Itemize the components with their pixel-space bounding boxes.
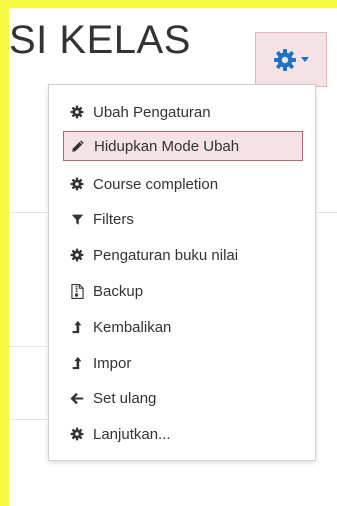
menu-item-label: Kembalikan: [93, 318, 172, 336]
divider: [9, 212, 49, 213]
menu-item-label: Ubah Pengaturan: [93, 103, 211, 121]
menu-item-backup[interactable]: Backup: [63, 276, 303, 306]
menu-item-pengaturan-buku-nilai[interactable]: Pengaturan buku nilai: [63, 240, 303, 270]
gear-icon: [69, 426, 85, 442]
gear-icon: [69, 104, 85, 120]
menu-item-label: Set ulang: [93, 389, 157, 407]
settings-dropdown-menu: Ubah Pengaturan Hidupkan Mode Ubah Cours…: [48, 84, 316, 461]
caret-down-icon: [301, 56, 309, 63]
arrow-left-icon: [69, 390, 85, 406]
menu-item-label: Course completion: [93, 175, 219, 193]
menu-item-course-completion[interactable]: Course completion: [63, 169, 303, 199]
menu-item-lanjutkan[interactable]: Lanjutkan...: [63, 419, 303, 449]
menu-item-ubah-pengaturan[interactable]: Ubah Pengaturan: [63, 97, 303, 127]
menu-item-label: Impor: [93, 354, 132, 372]
menu-item-impor[interactable]: Impor: [63, 348, 303, 378]
level-up-icon: [69, 355, 85, 371]
menu-item-label: Pengaturan buku nilai: [93, 246, 239, 264]
menu-item-label: Hidupkan Mode Ubah: [94, 137, 240, 155]
file-archive-icon: [69, 283, 85, 299]
divider: [316, 212, 337, 213]
settings-menu-button[interactable]: [255, 32, 327, 87]
menu-item-label: Backup: [93, 282, 144, 300]
gear-icon: [69, 247, 85, 263]
divider: [9, 419, 49, 420]
menu-item-set-ulang[interactable]: Set ulang: [63, 383, 303, 413]
filter-icon: [69, 211, 85, 227]
gear-icon: [273, 48, 297, 72]
menu-item-label: Lanjutkan...: [93, 425, 171, 443]
level-up-icon: [69, 319, 85, 335]
menu-item-hidupkan-mode-ubah[interactable]: Hidupkan Mode Ubah: [63, 131, 303, 161]
gear-icon: [69, 176, 85, 192]
menu-item-filters[interactable]: Filters: [63, 204, 303, 234]
page-title: SI KELAS: [9, 18, 191, 62]
pencil-icon: [70, 138, 86, 154]
menu-item-label: Filters: [93, 210, 134, 228]
divider: [9, 346, 49, 347]
menu-item-kembalikan[interactable]: Kembalikan: [63, 312, 303, 342]
